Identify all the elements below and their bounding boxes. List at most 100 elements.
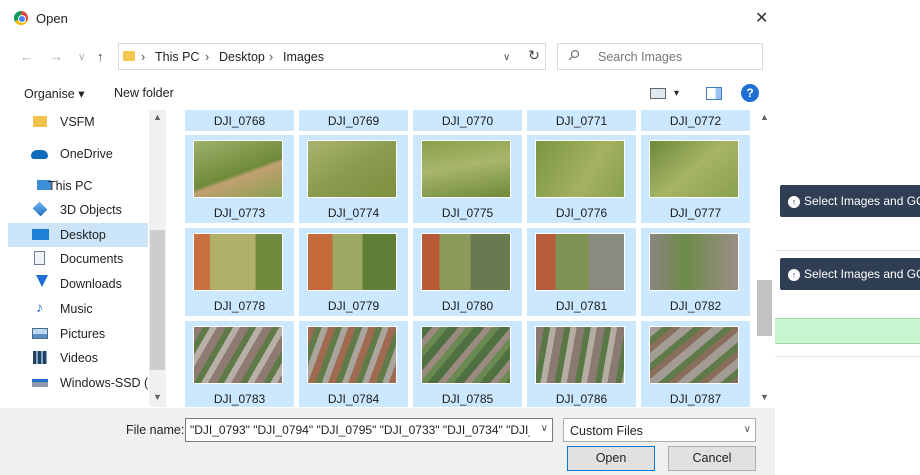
download-icon bbox=[36, 275, 48, 287]
scroll-down-icon[interactable]: ▼ bbox=[149, 392, 166, 402]
sidebar-item-label: VSFM bbox=[60, 115, 95, 129]
folder-icon bbox=[33, 116, 47, 127]
forward-arrow-icon[interactable]: → bbox=[50, 49, 63, 64]
sidebar-item-windows-ssd[interactable]: Windows-SSD (C bbox=[8, 371, 157, 395]
search-input[interactable]: Search Images bbox=[598, 50, 682, 64]
sidebar-item-videos[interactable]: Videos bbox=[8, 346, 148, 370]
file-item[interactable]: DJI_0778 bbox=[185, 228, 294, 316]
file-name: DJI_0777 bbox=[669, 206, 722, 220]
command-bar: Organise ▾ New folder ▾ ? bbox=[0, 80, 775, 106]
file-item[interactable]: DJI_0786 bbox=[527, 321, 636, 407]
file-name-field[interactable]: "DJI_0793" "DJI_0794" "DJI_0795" "DJI_07… bbox=[185, 418, 553, 442]
file-item[interactable]: DJI_0787 bbox=[641, 321, 750, 407]
file-item[interactable]: DJI_0769 bbox=[299, 110, 408, 131]
dialog-title: Open bbox=[36, 11, 68, 26]
file-grid-scroll-thumb[interactable] bbox=[757, 280, 772, 336]
chevron-down-icon[interactable]: ∨ bbox=[503, 52, 510, 63]
file-grid-scrollbar[interactable]: ▲ ▼ bbox=[756, 110, 773, 407]
chevron-down-icon[interactable]: ∨ bbox=[744, 424, 751, 435]
thumbnail bbox=[421, 326, 511, 384]
file-name: DJI_0778 bbox=[213, 299, 266, 313]
file-item[interactable]: DJI_0773 bbox=[185, 135, 294, 223]
sidebar-scrollbar[interactable]: ▲ ▼ bbox=[149, 110, 166, 407]
breadcrumb-separator: › bbox=[269, 50, 274, 64]
sidebar-item-downloads[interactable]: Downloads bbox=[8, 272, 148, 296]
select-images-gcp-button[interactable]: ↑ Select Images and GCP bbox=[780, 185, 920, 217]
background-page bbox=[775, 0, 920, 475]
file-item[interactable]: DJI_0781 bbox=[527, 228, 636, 316]
breadcrumb-desktop[interactable]: Desktop bbox=[219, 50, 265, 64]
sidebar-item-label: Windows-SSD (C bbox=[60, 376, 158, 390]
sidebar-item-pictures[interactable]: Pictures bbox=[8, 322, 148, 346]
thumbnail bbox=[307, 140, 397, 198]
thumbnail bbox=[649, 233, 739, 291]
help-icon[interactable]: ? bbox=[741, 84, 759, 102]
sidebar-item-label: Documents bbox=[60, 252, 124, 266]
file-name: DJI_0787 bbox=[669, 392, 722, 406]
breadcrumb-this-pc[interactable]: This PC bbox=[155, 50, 199, 64]
sidebar-item-music[interactable]: ♪ Music bbox=[8, 297, 148, 321]
file-type-select[interactable]: Custom Files ∨ bbox=[563, 418, 756, 442]
select-images-gcp-button-2[interactable]: ↑ Select Images and GCP bbox=[780, 258, 920, 290]
new-folder-button[interactable]: New folder bbox=[114, 86, 174, 100]
scroll-up-icon[interactable]: ▲ bbox=[756, 112, 773, 122]
view-mode-icon[interactable] bbox=[650, 88, 666, 99]
thumbnail bbox=[421, 233, 511, 291]
file-item[interactable]: DJI_0776 bbox=[527, 135, 636, 223]
sidebar-item-label: Music bbox=[60, 302, 93, 316]
cube-icon bbox=[32, 201, 48, 217]
scroll-up-icon[interactable]: ▲ bbox=[149, 112, 166, 122]
file-item[interactable]: DJI_0779 bbox=[299, 228, 408, 316]
file-item[interactable]: DJI_0783 bbox=[185, 321, 294, 407]
address-bar[interactable]: › This PC › Desktop › Images ∨ bbox=[118, 43, 546, 70]
breadcrumb-images[interactable]: Images bbox=[283, 50, 324, 64]
sidebar-item-label: Videos bbox=[60, 351, 98, 365]
sidebar-item-onedrive[interactable]: OneDrive bbox=[8, 142, 148, 166]
sidebar-scroll-thumb[interactable] bbox=[150, 230, 165, 370]
refresh-icon[interactable]: ↻ bbox=[522, 43, 546, 68]
file-item[interactable]: DJI_0775 bbox=[413, 135, 522, 223]
sidebar-item-this-pc[interactable]: This PC bbox=[8, 174, 148, 198]
up-arrow-icon[interactable]: ↑ bbox=[97, 49, 104, 64]
dialog-footer: File name: "DJI_0793" "DJI_0794" "DJI_07… bbox=[0, 408, 775, 475]
button-label: Select Images and GCP bbox=[804, 267, 920, 281]
thumbnail bbox=[307, 326, 397, 384]
search-icon bbox=[568, 49, 580, 64]
recent-locations-icon[interactable]: ∨ bbox=[78, 52, 85, 63]
view-mode-caret[interactable]: ▾ bbox=[674, 88, 679, 99]
file-item[interactable]: DJI_0774 bbox=[299, 135, 408, 223]
chevron-down-icon[interactable]: ∨ bbox=[541, 423, 548, 434]
organise-button[interactable]: Organise ▾ bbox=[24, 86, 84, 101]
file-item[interactable]: DJI_0768 bbox=[185, 110, 294, 131]
sidebar-item-vsfm[interactable]: VSFM bbox=[8, 110, 148, 134]
sidebar-item-3d-objects[interactable]: 3D Objects bbox=[8, 198, 148, 222]
file-item[interactable]: DJI_0780 bbox=[413, 228, 522, 316]
file-item[interactable]: DJI_0782 bbox=[641, 228, 750, 316]
file-item[interactable]: DJI_0770 bbox=[413, 110, 522, 131]
open-button[interactable]: Open bbox=[567, 446, 655, 471]
close-icon[interactable]: ✕ bbox=[755, 8, 768, 28]
preview-pane-icon[interactable] bbox=[706, 87, 722, 100]
file-item[interactable]: DJI_0771 bbox=[527, 110, 636, 131]
sidebar-item-documents[interactable]: Documents bbox=[8, 247, 148, 271]
thumbnail bbox=[193, 233, 283, 291]
cancel-button[interactable]: Cancel bbox=[668, 446, 756, 471]
sidebar-item-label: Desktop bbox=[60, 228, 106, 242]
upload-icon: ↑ bbox=[788, 196, 800, 208]
file-name: DJI_0779 bbox=[327, 299, 380, 313]
file-name: DJI_0770 bbox=[441, 114, 494, 128]
file-item[interactable]: DJI_0784 bbox=[299, 321, 408, 407]
file-name: DJI_0776 bbox=[555, 206, 608, 220]
drive-icon bbox=[32, 379, 48, 387]
sidebar-item-desktop[interactable]: Desktop bbox=[8, 223, 148, 247]
file-item[interactable]: DJI_0772 bbox=[641, 110, 750, 131]
search-box[interactable]: Search Images bbox=[557, 43, 763, 70]
file-name-value: "DJI_0793" "DJI_0794" "DJI_0795" "DJI_07… bbox=[190, 423, 530, 437]
back-arrow-icon[interactable]: ← bbox=[20, 49, 33, 64]
breadcrumb-separator: › bbox=[205, 50, 210, 64]
file-item[interactable]: DJI_0777 bbox=[641, 135, 750, 223]
file-item[interactable]: DJI_0785 bbox=[413, 321, 522, 407]
upload-icon: ↑ bbox=[788, 269, 800, 281]
scroll-down-icon[interactable]: ▼ bbox=[756, 392, 773, 402]
file-name-label: File name: bbox=[126, 423, 185, 437]
